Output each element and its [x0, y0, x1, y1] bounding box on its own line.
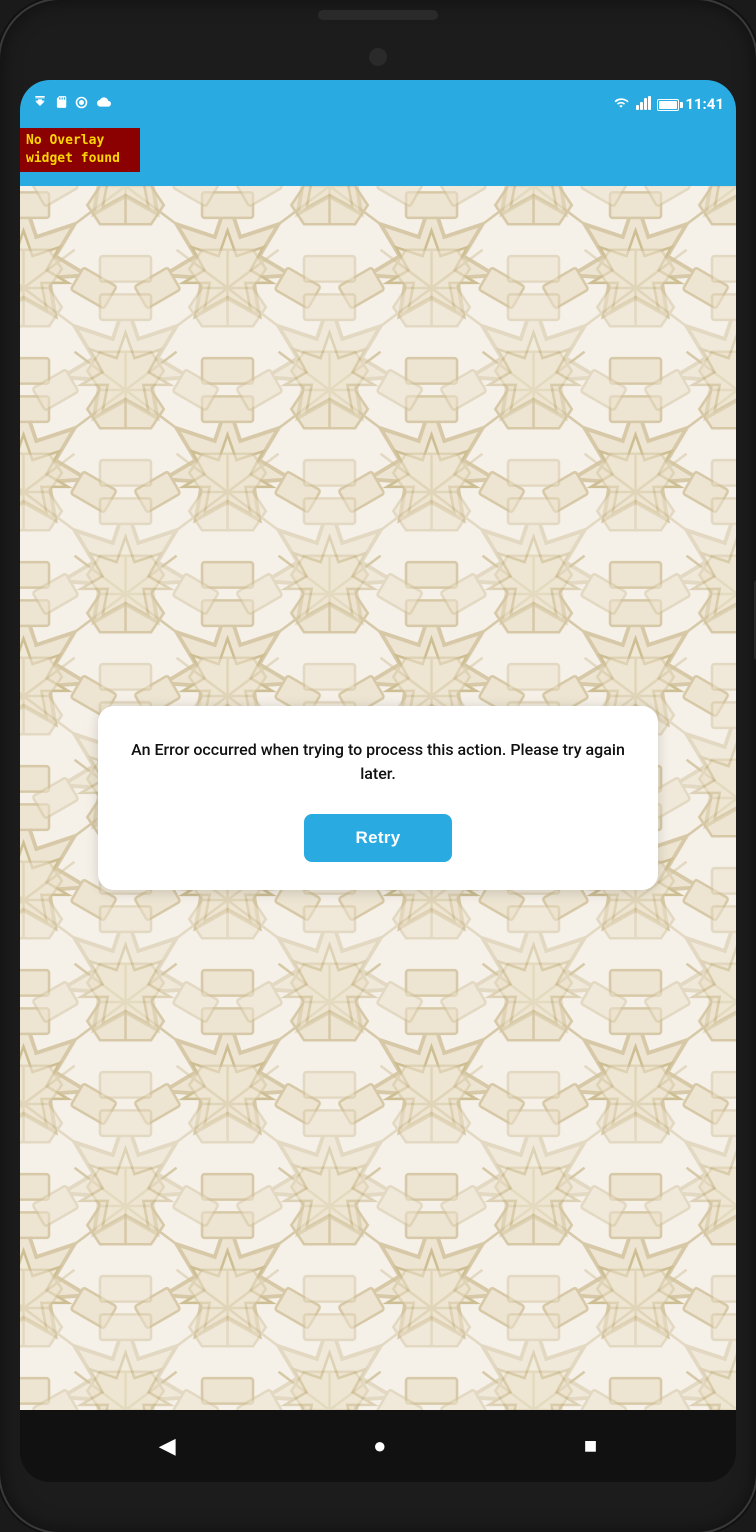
cloud-icon: [95, 95, 113, 113]
back-button[interactable]: ◀: [159, 1434, 176, 1459]
error-message: An Error occurred when trying to process…: [122, 738, 634, 786]
phone-frame: 11:41 No Overlay widget found: [0, 0, 756, 1532]
status-bar: 11:41: [20, 80, 736, 128]
screen: 11:41 No Overlay widget found: [20, 80, 736, 1482]
overlay-error-badge: No Overlay widget found: [20, 128, 140, 172]
home-button[interactable]: ●: [373, 1433, 386, 1459]
sd-card-icon: [54, 94, 68, 114]
app-toolbar: No Overlay widget found: [20, 128, 736, 186]
battery-icon: [657, 95, 679, 114]
status-icons-left: [32, 94, 113, 114]
status-icons-right: 11:41: [612, 95, 724, 114]
retry-button[interactable]: Retry: [304, 814, 453, 862]
status-time: 11:41: [685, 95, 724, 113]
main-content: An Error occurred when trying to process…: [20, 186, 736, 1410]
navigation-bar: ◀ ● ■: [20, 1410, 736, 1482]
recents-button[interactable]: ■: [584, 1433, 597, 1459]
speaker-grille: [318, 10, 438, 20]
signal-icon: [636, 95, 651, 114]
download-icon: [32, 94, 48, 114]
wifi-icon: [612, 95, 630, 114]
error-dialog: An Error occurred when trying to process…: [98, 706, 658, 890]
front-camera: [369, 48, 387, 66]
sync-icon: [74, 95, 89, 114]
